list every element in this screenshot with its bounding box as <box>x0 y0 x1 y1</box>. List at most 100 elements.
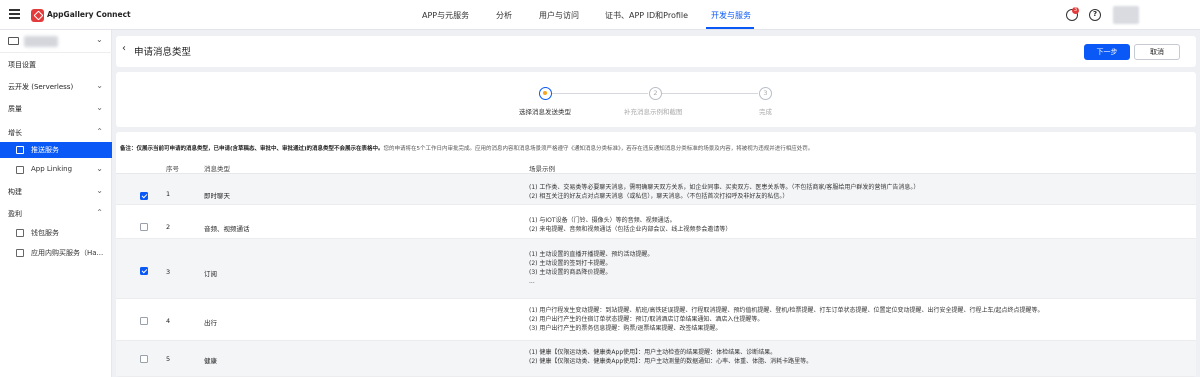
steps-card: 2 3 选择消息发送类型 补充消息示例和截图 完成 <box>116 72 1196 127</box>
nav-tab-develop-services[interactable]: 开发与服务 <box>711 10 751 21</box>
push-icon <box>16 146 24 154</box>
row-example: (1) 主动设置的直播开播提醒、预约活动提醒。 (2) 主动设置的签到打卡提醒。… <box>529 250 653 286</box>
sidebar-item-label: 盈利 <box>8 210 22 218</box>
example-line: ... <box>529 278 535 285</box>
chevron-down-icon: ⌄ <box>96 103 103 112</box>
example-line: (3) 主动设置的商品降价提醒。 <box>529 269 612 276</box>
folder-icon <box>8 37 19 45</box>
nav-tab-users-access[interactable]: 用户与访问 <box>539 10 579 21</box>
cancel-button[interactable]: 取消 <box>1134 44 1180 60</box>
example-line: (2) 健康【仅限运动类、健康类App使用】：用户主动测量的数据通知：心率、体重… <box>529 358 813 365</box>
step-connector <box>552 93 648 94</box>
row-example: (1) 工作类、交易类等必要聊天消息，需明确聊天双方关系，如企业同事、买卖双方、… <box>529 183 919 201</box>
sidebar-item-quality[interactable]: 质量 ⌄ <box>0 101 112 117</box>
row-example: (1) 与IOT设备（门铃、摄像头）等的音频、视频通话。 (2) 来电提醒、音频… <box>529 216 731 234</box>
row-type: 音频、视频通话 <box>204 225 250 233</box>
step-2-circle: 2 <box>649 87 662 100</box>
sidebar-item-iap[interactable]: 应用内购买服务（Ha... <box>0 245 112 261</box>
step-3-label: 完成 <box>759 108 772 116</box>
app-name-blurred <box>24 36 58 47</box>
example-line: (2) 相互关注的好友点对点聊天消息（或私信），聊天消息。（不包括首次打招呼及非… <box>529 193 789 200</box>
step-3-circle: 3 <box>759 87 772 100</box>
sidebar-item-label: 云开发 (Serverless) <box>8 83 74 91</box>
sidebar: ⌄ 项目设置 云开发 (Serverless) ⌄ 质量 ⌄ 增长 ⌃ 推送服务… <box>0 30 112 377</box>
next-step-button[interactable]: 下一步 <box>1084 44 1130 60</box>
chevron-down-icon: ⌄ <box>96 186 103 195</box>
sidebar-item-label: 增长 <box>8 129 22 137</box>
note-bold: 备注：仅展示当前可申请的消息类型，已申请(含草稿态、审批中、审批通过)的消息类型… <box>120 146 384 152</box>
header-num: 序号 <box>166 165 179 173</box>
cart-icon <box>16 249 24 257</box>
app-selector[interactable]: ⌄ <box>6 35 106 49</box>
step-connector <box>662 93 758 94</box>
example-line: (1) 与IOT设备（门铃、摄像头）等的音频、视频通话。 <box>529 217 676 224</box>
row-checkbox[interactable] <box>140 267 148 275</box>
avatar[interactable] <box>1113 6 1139 24</box>
row-checkbox[interactable] <box>140 192 148 200</box>
page-title: 申请消息类型 <box>134 47 192 58</box>
table-row: 2 音频、视频通话 (1) 与IOT设备（门铃、摄像头）等的音频、视频通话。 (… <box>116 205 1196 239</box>
top-nav: APP与元服务 分析 用户与访问 证书、APP ID和Profile 开发与服务 <box>0 0 1200 30</box>
sidebar-item-build[interactable]: 构建 ⌄ <box>0 184 112 200</box>
notification-badge: 3 <box>1072 7 1079 14</box>
chevron-up-icon: ⌃ <box>96 127 103 136</box>
row-checkbox[interactable] <box>140 223 148 231</box>
sidebar-item-label: 钱包服务 <box>31 229 59 237</box>
nav-tab-analytics[interactable]: 分析 <box>496 10 512 21</box>
back-arrow-icon[interactable]: ‹ <box>122 43 126 54</box>
table-row: 1 即时聊天 (1) 工作类、交易类等必要聊天消息，需明确聊天双方关系，如企业同… <box>116 174 1196 205</box>
sidebar-item-label: 推送服务 <box>31 146 59 154</box>
note-text: 备注：仅展示当前可申请的消息类型，已申请(含草稿态、审批中、审批通过)的消息类型… <box>120 144 813 152</box>
sidebar-item-app-linking[interactable]: App Linking ⌄ <box>0 162 112 178</box>
step-2-label: 补充消息示例和截图 <box>624 108 683 116</box>
divider <box>0 52 112 53</box>
nav-tab-certificates[interactable]: 证书、APP ID和Profile <box>605 10 688 21</box>
help-icon[interactable]: ? <box>1089 9 1101 21</box>
row-example: (1) 用户行程发生变动提醒：到站提醒、航班/高铁延误提醒、行程取消提醒、预约值… <box>529 306 1043 333</box>
table-row: 5 健康 (1) 健康【仅限运动类、健康类App使用】：用户主动检查的结果提醒：… <box>116 341 1196 377</box>
example-line: (2) 来电提醒、音频和视频通话（包括企业内部会议、线上视频参会邀请等） <box>529 226 732 233</box>
sidebar-item-wallet[interactable]: 钱包服务 <box>0 225 112 241</box>
step-1-circle <box>539 87 552 100</box>
row-type: 订阅 <box>204 270 217 278</box>
sidebar-item-serverless[interactable]: 云开发 (Serverless) ⌄ <box>0 79 112 95</box>
row-num: 5 <box>166 355 171 363</box>
row-num: 3 <box>166 268 171 276</box>
row-num: 4 <box>166 317 171 325</box>
active-tab-indicator <box>706 27 754 29</box>
wallet-icon <box>16 229 24 237</box>
table-header: 序号 消息类型 场景示例 <box>116 158 1196 174</box>
sidebar-item-label: 项目设置 <box>8 61 36 69</box>
sidebar-item-monetize[interactable]: 盈利 ⌃ <box>0 206 112 222</box>
header-type: 消息类型 <box>204 165 230 173</box>
table-row: 4 出行 (1) 用户行程发生变动提醒：到站提醒、航班/高铁延误提醒、行程取消提… <box>116 299 1196 341</box>
sidebar-item-label: 构建 <box>8 188 22 196</box>
example-line: (1) 用户行程发生变动提醒：到站提醒、航班/高铁延误提醒、行程取消提醒、预约值… <box>529 307 1044 314</box>
example-line: (2) 主动设置的签到打卡提醒。 <box>529 260 612 267</box>
page-header: ‹ 申请消息类型 下一步 取消 <box>116 36 1196 67</box>
message-type-table-card: 备注：仅展示当前可申请的消息类型，已申请(含草稿态、审批中、审批通过)的消息类型… <box>116 132 1196 377</box>
sidebar-item-label: 应用内购买服务（Ha... <box>31 249 104 257</box>
chevron-up-icon: ⌃ <box>96 208 103 217</box>
sidebar-item-label: 质量 <box>8 105 22 113</box>
chevron-down-icon: ⌄ <box>96 35 103 44</box>
step-1-label: 选择消息发送类型 <box>519 108 571 116</box>
row-num: 1 <box>166 190 171 198</box>
row-checkbox[interactable] <box>140 317 148 325</box>
sidebar-item-project-settings[interactable]: 项目设置 <box>0 57 112 73</box>
top-bar: AppGallery Connect APP与元服务 分析 用户与访问 证书、A… <box>0 0 1200 30</box>
note-detail: 您的申请将在5个工作日内审批完成。应用的消息内容和消息场景须严格遵守《通知消息分… <box>383 146 814 152</box>
row-num: 2 <box>166 223 171 231</box>
sidebar-item-push-kit[interactable]: 推送服务 <box>0 142 112 158</box>
row-checkbox[interactable] <box>140 355 148 363</box>
sidebar-item-growth[interactable]: 增长 ⌃ <box>0 125 112 141</box>
example-line: (3) 用户出行产生的票务信息提醒：购票/退票结果提醒、改签结果提醒。 <box>529 325 722 332</box>
example-line: (2) 用户出行产生的住宿订单状态提醒：预订/取消酒店订单结果通知、酒店入住提醒… <box>529 316 764 323</box>
row-type: 出行 <box>204 319 217 327</box>
row-example: (1) 健康【仅限运动类、健康类App使用】：用户主动检查的结果提醒：体检结果、… <box>529 348 812 366</box>
nav-tab-app-services[interactable]: APP与元服务 <box>422 10 469 21</box>
example-line: (1) 健康【仅限运动类、健康类App使用】：用户主动检查的结果提醒：体检结果、… <box>529 349 777 356</box>
chevron-down-icon: ⌄ <box>96 164 103 173</box>
chevron-down-icon: ⌄ <box>96 81 103 90</box>
row-type: 健康 <box>204 357 217 365</box>
